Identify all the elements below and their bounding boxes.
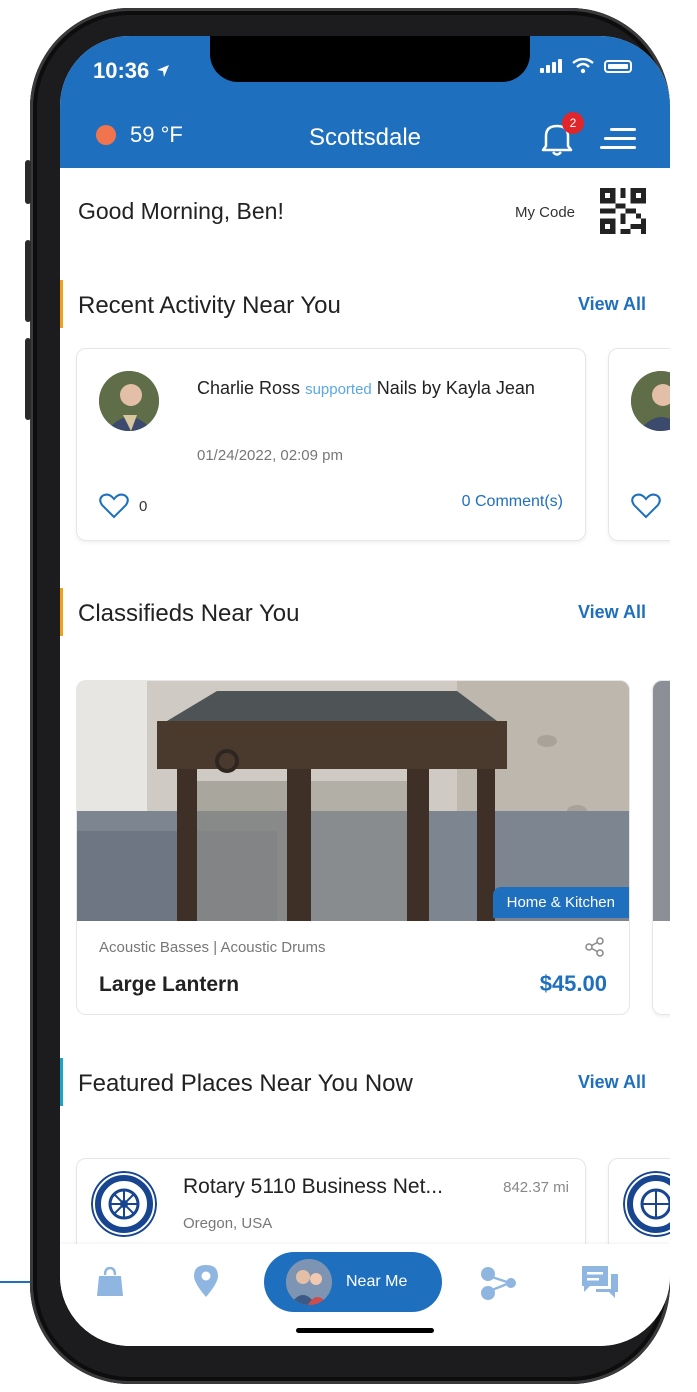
recent-activity-view-all[interactable]: View All: [578, 294, 646, 315]
bag-icon[interactable]: [96, 1266, 124, 1298]
comments-link[interactable]: 0 Comment(s): [462, 493, 563, 511]
classified-name[interactable]: Large Lantern: [99, 973, 239, 997]
battery-icon: [604, 59, 632, 73]
home-indicator: [296, 1328, 434, 1333]
place-location: Oregon, USA: [183, 1215, 273, 1232]
phone-volume-up: [25, 240, 31, 322]
status-time: 10:36: [93, 58, 171, 84]
my-code-label[interactable]: My Code: [515, 204, 575, 221]
menu-icon[interactable]: [600, 126, 638, 152]
classified-price: $45.00: [539, 971, 607, 996]
user-avatar[interactable]: [631, 371, 670, 431]
app-header: 10:36 59 °F Scottsdale 2: [60, 36, 670, 168]
cellular-signal-icon: [540, 59, 562, 73]
qr-code-icon[interactable]: [600, 188, 646, 234]
wifi-icon: [572, 58, 594, 74]
notification-badge: 2: [562, 112, 584, 134]
chat-icon[interactable]: [580, 1264, 620, 1300]
rotary-logo: [623, 1171, 670, 1237]
classifieds-view-all[interactable]: View All: [578, 602, 646, 623]
activity-date: 01/24/2022, 02:09 pm: [197, 447, 343, 464]
user-avatar[interactable]: [99, 371, 159, 431]
phone-volume-down: [25, 338, 31, 420]
activity-target[interactable]: Nails by Kayla Jean: [377, 378, 535, 398]
activity-card[interactable]: Charlie Ross supported Nails by Kayla Je…: [76, 348, 586, 541]
heart-icon[interactable]: [99, 493, 129, 519]
lantern-photo[interactable]: [77, 681, 629, 921]
activity-text: Charlie Ross supported Nails by Kayla Je…: [197, 371, 557, 407]
section-accent-bar: [60, 280, 63, 328]
category-tag: Home & Kitchen: [492, 887, 629, 918]
device-notch: [210, 36, 530, 82]
near-me-avatar: [286, 1259, 332, 1305]
classified-photo-next: [653, 681, 670, 921]
greeting-text: Good Morning, Ben!: [78, 198, 284, 224]
app-screen: 10:36 59 °F Scottsdale 2 Good Morning, B…: [60, 36, 670, 1346]
location-arrow-icon: [157, 65, 170, 77]
share-icon[interactable]: [585, 937, 605, 957]
activity-card-next[interactable]: [608, 348, 670, 541]
phone-silent-switch: [25, 160, 31, 204]
classifieds-title: Classifieds Near You: [78, 600, 300, 627]
section-accent-bar: [60, 1058, 63, 1106]
activity-action: supported: [305, 381, 372, 398]
connections-icon[interactable]: [480, 1266, 518, 1300]
near-me-label: Near Me: [346, 1273, 408, 1290]
recent-activity-title: Recent Activity Near You: [78, 292, 341, 319]
status-icons: [540, 58, 632, 74]
place-distance: 842.37 mi: [503, 1179, 569, 1196]
classified-card-next[interactable]: [652, 680, 670, 1015]
featured-places-view-all[interactable]: View All: [578, 1072, 646, 1093]
near-me-button[interactable]: Near Me: [264, 1252, 442, 1312]
place-name[interactable]: Rotary 5110 Business Net...: [183, 1175, 443, 1199]
like-count: 0: [139, 497, 148, 515]
rotary-logo: [91, 1171, 157, 1237]
classified-card[interactable]: Home & Kitchen Acoustic Basses | Acousti…: [76, 680, 630, 1015]
heart-icon[interactable]: [631, 493, 661, 519]
location-pin-icon[interactable]: [192, 1264, 220, 1298]
activity-user[interactable]: Charlie Ross: [197, 378, 300, 398]
section-accent-bar: [60, 588, 63, 636]
like-control[interactable]: 0: [99, 493, 147, 519]
classified-subcategories: Acoustic Basses | Acoustic Drums: [99, 939, 326, 956]
featured-places-title: Featured Places Near You Now: [78, 1070, 413, 1097]
